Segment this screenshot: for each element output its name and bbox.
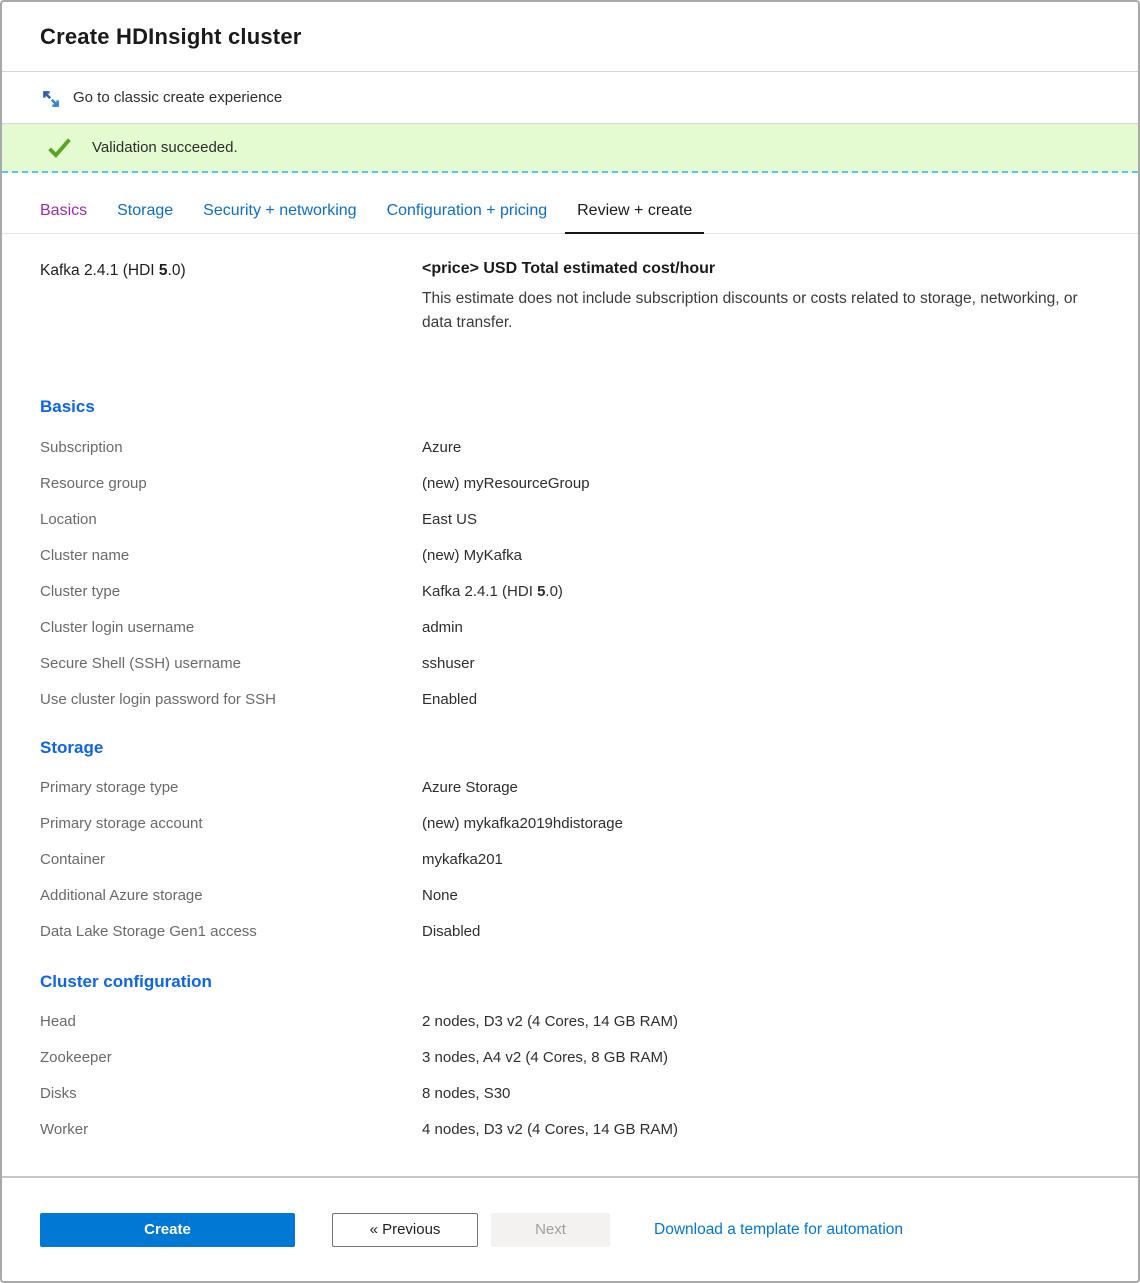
row-value: 8 nodes, S30 (422, 1085, 1100, 1102)
classic-create-link[interactable]: Go to classic create experience (40, 86, 282, 110)
page-header: Create HDInsight cluster (2, 2, 1138, 72)
row-label: Cluster name (40, 547, 422, 564)
table-row: Primary storage type Azure Storage (40, 769, 1100, 805)
tab-storage[interactable]: Storage (117, 201, 173, 233)
row-label: Worker (40, 1121, 422, 1138)
table-row: Data Lake Storage Gen1 access Disabled (40, 913, 1100, 949)
cluster-configuration-rows: Head 2 nodes, D3 v2 (4 Cores, 14 GB RAM)… (40, 1003, 1100, 1147)
row-label: Container (40, 851, 422, 868)
tab-bar: Basics Storage Security + networking Con… (2, 173, 1138, 234)
table-row: Cluster name (new) MyKafka (40, 537, 1100, 573)
row-value: Disabled (422, 923, 1100, 940)
row-value: Azure (422, 439, 1100, 456)
row-value: Azure Storage (422, 779, 1100, 796)
section-heading-basics: Basics (40, 396, 1100, 417)
table-row: Zookeeper 3 nodes, A4 v2 (4 Cores, 8 GB … (40, 1039, 1100, 1075)
table-row: Secure Shell (SSH) username sshuser (40, 645, 1100, 681)
table-row: Head 2 nodes, D3 v2 (4 Cores, 14 GB RAM) (40, 1003, 1100, 1039)
row-value: (new) MyKafka (422, 547, 1100, 564)
row-value: East US (422, 511, 1100, 528)
row-label: Cluster type (40, 583, 422, 600)
create-hdinsight-cluster-page: Create HDInsight cluster Go to classic c… (0, 0, 1140, 1283)
row-value: Enabled (422, 691, 1100, 708)
table-row: Resource group (new) myResourceGroup (40, 465, 1100, 501)
tab-review-create[interactable]: Review + create (565, 201, 704, 234)
row-label: Use cluster login password for SSH (40, 691, 422, 708)
row-label: Additional Azure storage (40, 887, 422, 904)
section-cluster-configuration: Cluster configuration Head 2 nodes, D3 v… (40, 971, 1100, 1147)
page-title: Create HDInsight cluster (40, 24, 302, 50)
switch-arrows-icon (40, 88, 62, 110)
table-row: Cluster login username admin (40, 609, 1100, 645)
row-value: sshuser (422, 655, 1100, 672)
cluster-type-prefix: Kafka 2.4.1 (HDI (422, 583, 537, 600)
tab-security-networking[interactable]: Security + networking (203, 201, 356, 233)
row-label: Subscription (40, 439, 422, 456)
review-content: Kafka 2.4.1 (HDI 5.0) <price> USD Total … (2, 234, 1138, 1176)
row-label: Data Lake Storage Gen1 access (40, 923, 422, 940)
storage-rows: Primary storage type Azure Storage Prima… (40, 769, 1100, 949)
classic-create-link-label: Go to classic create experience (73, 89, 282, 106)
row-value: Kafka 2.4.1 (HDI 5.0) (422, 583, 1100, 600)
cluster-type-suffix: .0) (545, 583, 563, 600)
estimated-cost-heading: <price> USD Total estimated cost/hour (422, 260, 1100, 278)
table-row: Cluster type Kafka 2.4.1 (HDI 5.0) (40, 573, 1100, 609)
previous-button[interactable]: « Previous (332, 1213, 478, 1247)
next-button[interactable]: Next (491, 1213, 610, 1247)
row-label: Disks (40, 1085, 422, 1102)
cluster-version-suffix: .0) (168, 262, 186, 279)
cost-estimate-block: Kafka 2.4.1 (HDI 5.0) <price> USD Total … (40, 260, 1100, 334)
table-row: Primary storage account (new) mykafka201… (40, 805, 1100, 841)
download-template-link[interactable]: Download a template for automation (654, 1221, 903, 1239)
table-row: Container mykafka201 (40, 841, 1100, 877)
table-row: Disks 8 nodes, S30 (40, 1075, 1100, 1111)
row-value: 2 nodes, D3 v2 (4 Cores, 14 GB RAM) (422, 1013, 1100, 1030)
row-label: Cluster login username (40, 619, 422, 636)
table-row: Use cluster login password for SSH Enabl… (40, 681, 1100, 717)
price-block: <price> USD Total estimated cost/hour Th… (422, 260, 1100, 334)
section-storage: Storage Primary storage type Azure Stora… (40, 737, 1100, 949)
tab-configuration-pricing[interactable]: Configuration + pricing (387, 201, 548, 233)
estimated-cost-description: This estimate does not include subscript… (422, 287, 1100, 334)
row-value: None (422, 887, 1100, 904)
validation-message: Validation succeeded. (92, 139, 238, 156)
row-value: admin (422, 619, 1100, 636)
row-value: 3 nodes, A4 v2 (4 Cores, 8 GB RAM) (422, 1049, 1100, 1066)
row-label: Resource group (40, 475, 422, 492)
row-label: Primary storage type (40, 779, 422, 796)
cluster-version-summary: Kafka 2.4.1 (HDI 5.0) (40, 260, 422, 280)
table-row: Location East US (40, 501, 1100, 537)
row-label: Secure Shell (SSH) username (40, 655, 422, 672)
checkmark-icon (46, 134, 73, 161)
row-value: mykafka201 (422, 851, 1100, 868)
cluster-version-major: 5 (159, 262, 168, 279)
section-heading-storage: Storage (40, 737, 1100, 758)
basics-rows: Subscription Azure Resource group (new) … (40, 429, 1100, 717)
row-label: Location (40, 511, 422, 528)
footer-action-bar: Create « Previous Next Download a templa… (2, 1176, 1138, 1281)
validation-banner: Validation succeeded. (2, 124, 1138, 173)
table-row: Subscription Azure (40, 429, 1100, 465)
row-value: (new) mykafka2019hdistorage (422, 815, 1100, 832)
create-button[interactable]: Create (40, 1213, 295, 1247)
row-value: (new) myResourceGroup (422, 475, 1100, 492)
row-label: Primary storage account (40, 815, 422, 832)
section-heading-cluster-configuration: Cluster configuration (40, 971, 1100, 992)
table-row: Additional Azure storage None (40, 877, 1100, 913)
row-label: Head (40, 1013, 422, 1030)
classic-create-bar: Go to classic create experience (2, 72, 1138, 124)
table-row: Worker 4 nodes, D3 v2 (4 Cores, 14 GB RA… (40, 1111, 1100, 1147)
cluster-version-prefix: Kafka 2.4.1 (HDI (40, 262, 159, 279)
section-basics: Basics Subscription Azure Resource group… (40, 396, 1100, 717)
tab-basics[interactable]: Basics (40, 201, 87, 233)
row-value: 4 nodes, D3 v2 (4 Cores, 14 GB RAM) (422, 1121, 1100, 1138)
row-label: Zookeeper (40, 1049, 422, 1066)
